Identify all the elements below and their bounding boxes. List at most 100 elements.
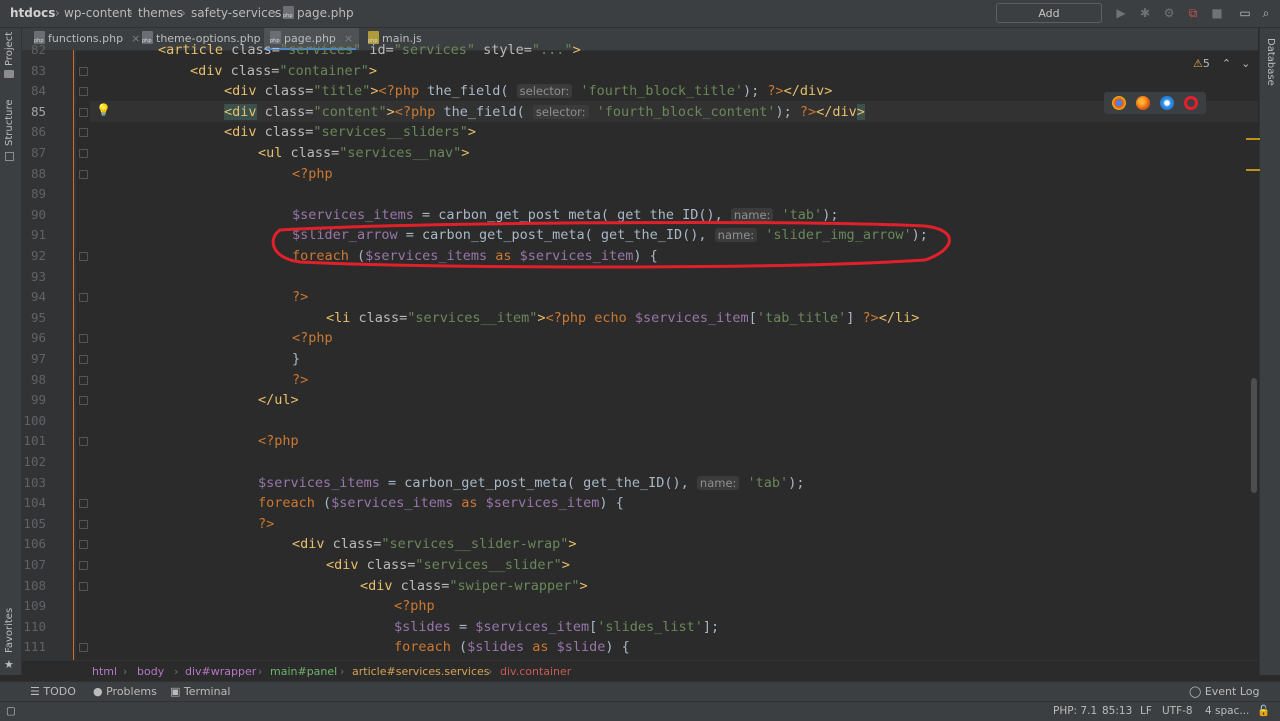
error-stripe-marker[interactable] <box>1246 169 1260 171</box>
add-configuration-button[interactable]: Add Configuration... <box>996 3 1102 40</box>
favorites-tool-button[interactable]: Favorites <box>4 608 15 653</box>
opera-icon[interactable] <box>1184 96 1198 110</box>
error-stripe-marker[interactable] <box>1246 138 1260 140</box>
line-number[interactable]: 107 <box>22 555 46 576</box>
line-number[interactable]: 110 <box>22 617 46 638</box>
line-number[interactable]: 106 <box>22 534 46 555</box>
fold-marker-icon[interactable] <box>79 437 88 447</box>
line-number[interactable]: 88 <box>22 164 46 185</box>
crumb-div-container[interactable]: div.container <box>500 661 571 682</box>
line-number[interactable]: 102 <box>22 452 46 473</box>
line-number[interactable]: 109 <box>22 596 46 617</box>
database-tool-button[interactable]: Database <box>1265 38 1276 86</box>
line-number[interactable]: 99 <box>22 390 46 411</box>
line-number[interactable]: 95 <box>22 308 46 329</box>
line-number[interactable]: 101 <box>22 431 46 452</box>
crumb-main-panel[interactable]: main#panel <box>270 661 337 682</box>
line-number[interactable]: 82 <box>22 40 46 61</box>
line-number[interactable]: 103 <box>22 473 46 494</box>
debug-icon[interactable]: ✱ <box>1137 5 1153 21</box>
code-editor[interactable]: <article class="services" id="services" … <box>90 40 1240 660</box>
fold-marker-icon[interactable] <box>79 66 88 76</box>
line-number[interactable]: 86 <box>22 122 46 143</box>
vertical-scrollbar[interactable] <box>1251 378 1257 493</box>
fold-marker-icon[interactable] <box>79 107 88 117</box>
search-everywhere-icon[interactable]: ⌕ <box>1258 5 1274 21</box>
project-icon[interactable] <box>4 70 14 78</box>
event-log-tool-button[interactable]: ◯ Event Log <box>1189 682 1259 702</box>
file-encoding[interactable]: UTF-8 <box>1162 702 1193 721</box>
line-separator[interactable]: LF <box>1140 702 1152 721</box>
fold-marker-icon[interactable] <box>79 540 88 550</box>
line-number[interactable]: 87 <box>22 143 46 164</box>
chevron-down-icon[interactable]: ⌄ <box>1241 57 1250 70</box>
inspection-widget[interactable]: ⚠5 ⌃ ⌄ <box>1193 57 1250 70</box>
safari-icon[interactable] <box>1160 96 1174 110</box>
problems-tool-button[interactable]: ● Problems <box>93 682 157 702</box>
php-version[interactable]: PHP: 7.1 <box>1053 702 1097 721</box>
navigation-bar: htdocs › wp-content › themes › safety-se… <box>0 0 1280 40</box>
fold-marker-icon[interactable] <box>79 87 88 97</box>
fold-marker-icon[interactable] <box>79 128 88 138</box>
fold-marker-icon[interactable] <box>79 355 88 364</box>
line-number[interactable]: 96 <box>22 328 46 349</box>
fold-marker-icon[interactable] <box>79 334 88 344</box>
line-number[interactable]: 85 <box>22 102 46 123</box>
fold-marker-icon[interactable] <box>79 169 88 179</box>
crumb-div-wrapper[interactable]: div#wrapper <box>185 661 256 682</box>
line-number[interactable]: 111 <box>22 637 46 658</box>
fold-marker-icon[interactable] <box>79 643 88 653</box>
coverage-icon[interactable]: ⚙ <box>1161 5 1177 21</box>
fold-marker-icon[interactable] <box>79 499 88 509</box>
project-tool-button[interactable]: Project <box>4 32 15 66</box>
structure-icon[interactable] <box>5 152 14 161</box>
line-number[interactable]: 93 <box>22 267 46 288</box>
breadcrumb-page-php[interactable]: page.php <box>283 0 354 27</box>
breadcrumb-wp-content[interactable]: wp-content <box>64 0 132 27</box>
line-number[interactable]: 108 <box>22 576 46 597</box>
line-number[interactable]: 91 <box>22 225 46 246</box>
terminal-tool-button[interactable]: ▣ Terminal <box>170 682 230 702</box>
star-icon[interactable]: ★ <box>4 658 14 671</box>
lock-icon[interactable]: 🔓 <box>1257 702 1270 721</box>
structure-tool-button[interactable]: Structure <box>4 99 15 146</box>
line-number[interactable]: 98 <box>22 370 46 391</box>
fold-marker-icon[interactable] <box>79 581 88 591</box>
line-number[interactable]: 83 <box>22 61 46 82</box>
stop-icon[interactable]: ■ <box>1209 5 1225 21</box>
breadcrumb-htdocs[interactable]: htdocs <box>10 0 55 27</box>
fold-marker-icon[interactable] <box>79 149 88 158</box>
line-number[interactable]: 94 <box>22 287 46 308</box>
todo-tool-button[interactable]: ☰ TODO <box>30 682 76 702</box>
firefox-icon[interactable] <box>1136 96 1150 110</box>
fold-marker-icon[interactable] <box>79 293 88 303</box>
layout-icon[interactable]: ▭ <box>1237 5 1253 21</box>
fold-marker-icon[interactable] <box>79 396 88 406</box>
breadcrumb-themes[interactable]: themes <box>138 0 183 27</box>
line-number[interactable]: 89 <box>22 184 46 205</box>
fold-marker-icon[interactable] <box>79 375 88 385</box>
crumb-article-services[interactable]: article#services.services <box>352 661 489 682</box>
chevron-up-icon[interactable]: ⌃ <box>1222 57 1231 70</box>
crumb-body[interactable]: body <box>137 661 164 682</box>
chrome-icon[interactable] <box>1112 96 1126 110</box>
crumb-html[interactable]: html <box>92 661 117 682</box>
fold-marker-icon[interactable] <box>79 561 88 570</box>
fold-marker-icon[interactable] <box>79 519 88 529</box>
line-number[interactable]: 92 <box>22 246 46 267</box>
fold-marker-icon[interactable] <box>79 252 88 261</box>
line-number[interactable]: 105 <box>22 514 46 535</box>
line-number[interactable]: 100 <box>22 411 46 432</box>
event-log-icon: ◯ <box>1189 685 1205 698</box>
indent-setting[interactable]: 4 spac... <box>1205 702 1249 721</box>
line-number[interactable]: 84 <box>22 81 46 102</box>
line-number[interactable]: 90 <box>22 205 46 226</box>
caret-position[interactable]: 85:13 <box>1102 702 1132 721</box>
run-icon[interactable]: ▶ <box>1113 5 1129 21</box>
line-number[interactable]: 97 <box>22 349 46 370</box>
profiler-icon[interactable]: ⧉ <box>1185 5 1201 21</box>
toggle-tool-windows-icon[interactable]: ▢ <box>6 702 16 721</box>
line-number[interactable]: 104 <box>22 493 46 514</box>
breadcrumb-safety-services[interactable]: safety-services <box>191 0 281 27</box>
code-line-83: <div class="container"> <box>190 62 377 79</box>
